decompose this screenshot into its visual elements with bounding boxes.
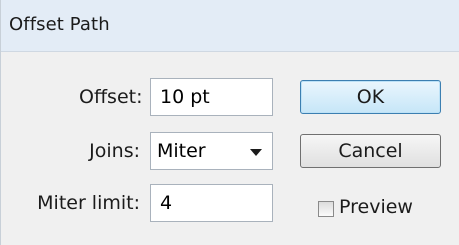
offset-input[interactable]: 10 pt xyxy=(150,78,273,116)
preview-label[interactable]: Preview xyxy=(339,196,413,218)
cancel-button[interactable]: Cancel xyxy=(300,134,441,168)
dialog-title: Offset Path xyxy=(9,14,110,35)
offset-path-dialog: Offset Path Offset: 10 pt Joins: Miter M… xyxy=(0,0,459,245)
ok-button[interactable]: OK xyxy=(300,80,441,114)
joins-select[interactable]: Miter xyxy=(150,132,273,170)
joins-selected-value: Miter xyxy=(157,140,206,162)
preview-checkbox[interactable] xyxy=(318,201,334,217)
chevron-down-icon[interactable] xyxy=(250,149,262,156)
miter-limit-input[interactable]: 4 xyxy=(150,184,273,222)
miter-limit-label: Miter limit: xyxy=(37,192,140,214)
title-bar[interactable]: Offset Path xyxy=(1,0,459,52)
joins-label: Joins: xyxy=(89,140,140,162)
offset-label: Offset: xyxy=(79,86,143,108)
